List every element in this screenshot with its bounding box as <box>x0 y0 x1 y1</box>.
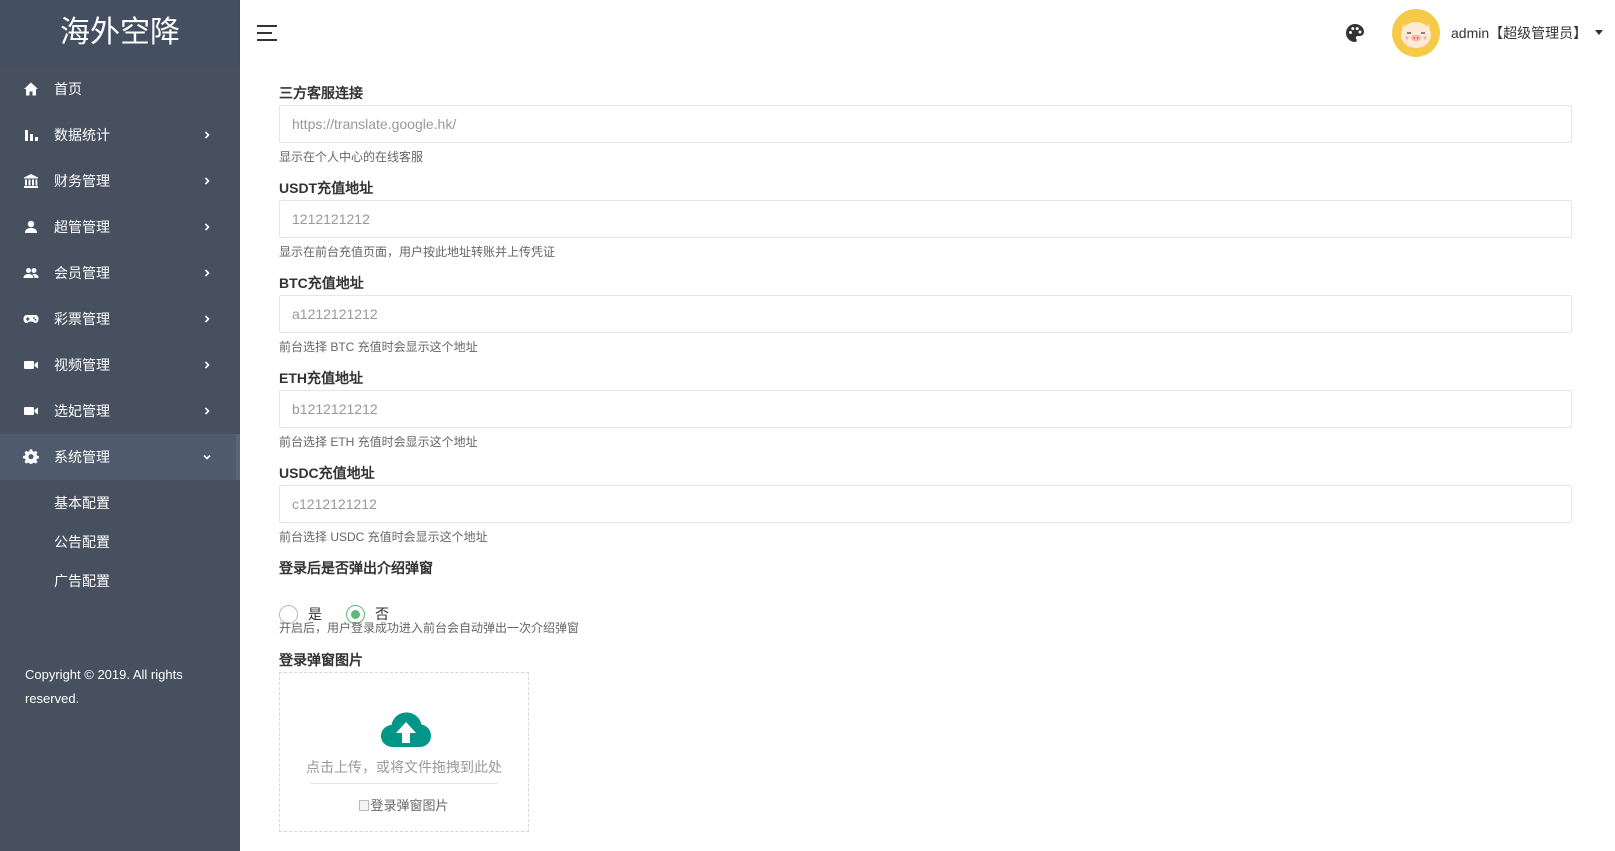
sidebar-item-label: 会员管理 <box>54 265 110 281</box>
sidebar-item-label: 超管管理 <box>54 219 110 235</box>
help-btc: 前台选择 BTC 充值时会显示这个地址 <box>279 340 478 354</box>
sidebar-item-finance[interactable]: 财务管理 <box>0 158 240 204</box>
chevron-right-icon <box>202 314 212 324</box>
chevron-right-icon <box>202 176 212 186</box>
usdt-address-input[interactable] <box>279 200 1572 238</box>
sidebar-item-system[interactable]: 系统管理 <box>0 434 240 480</box>
chevron-right-icon <box>202 360 212 370</box>
caret-down-icon[interactable] <box>1595 30 1603 35</box>
user-icon <box>22 218 40 236</box>
bank-icon <box>22 172 40 190</box>
home-icon <box>22 80 40 98</box>
pig-avatar-icon <box>1401 22 1431 48</box>
chevron-right-icon <box>202 406 212 416</box>
field-label-usdc: USDC充值地址 <box>279 465 375 481</box>
field-label-usdt: USDT充值地址 <box>279 180 374 196</box>
upload-hint: 点击上传，或将文件拖拽到此处 <box>306 759 502 775</box>
top-header: admin【超级管理员】 <box>240 0 1615 66</box>
help-usdc: 前台选择 USDC 充值时会显示这个地址 <box>279 530 488 544</box>
sidebar-item-label: 数据统计 <box>54 127 110 143</box>
palette-icon[interactable] <box>1344 22 1366 44</box>
usdc-address-input[interactable] <box>279 485 1572 523</box>
help-eth: 前台选择 ETH 充值时会显示这个地址 <box>279 435 478 449</box>
sidebar: 海外空降 首页 数据统计 财务管理 超管管理 会员管理 彩票管理 视频管理 选妃… <box>0 0 240 851</box>
btc-address-input[interactable] <box>279 295 1572 333</box>
user-menu[interactable]: admin【超级管理员】 <box>1451 23 1587 43</box>
field-label-eth: ETH充值地址 <box>279 370 363 386</box>
popup-image-preview: 登录弹窗图片 <box>280 795 528 814</box>
bar-chart-icon <box>22 126 40 144</box>
field-label-service: 三方客服连接 <box>279 85 363 101</box>
help-popup: 开启后，用户登录成功进入前台会自动弹出一次介绍弹窗 <box>279 621 580 635</box>
submenu-item-basic-config[interactable]: 基本配置 <box>0 484 240 523</box>
help-service: 显示在个人中心的在线客服 <box>279 150 424 164</box>
field-label-popup-image: 登录弹窗图片 <box>279 652 363 668</box>
avatar[interactable] <box>1392 9 1440 57</box>
sidebar-item-label: 系统管理 <box>54 449 110 465</box>
submenu-item-ad-config[interactable]: 广告配置 <box>0 562 240 601</box>
sidebar-item-statistics[interactable]: 数据统计 <box>0 112 240 158</box>
system-submenu: 基本配置 公告配置 广告配置 <box>0 480 240 609</box>
chevron-down-icon <box>202 452 212 462</box>
popup-image-upload-area[interactable]: 点击上传，或将文件拖拽到此处 登录弹窗图片 <box>279 672 529 832</box>
chevron-right-icon <box>202 222 212 232</box>
group-icon <box>22 264 40 282</box>
popup-image-alt: 登录弹窗图片 <box>370 798 449 813</box>
sidebar-menu: 首页 数据统计 财务管理 超管管理 会员管理 彩票管理 视频管理 选妃管理 系统… <box>0 66 240 480</box>
sidebar-item-home[interactable]: 首页 <box>0 66 240 112</box>
sidebar-item-label: 视频管理 <box>54 357 110 373</box>
gamepad-icon <box>22 310 40 328</box>
sidebar-item-label: 首页 <box>54 81 82 97</box>
copyright-text: Copyright © 2019. All rights reserved. <box>25 667 183 706</box>
sidebar-item-concubine[interactable]: 选妃管理 <box>0 388 240 434</box>
main-content: 三方客服连接 显示在个人中心的在线客服 USDT充值地址 显示在前台充值页面，用… <box>240 66 1615 851</box>
sidebar-item-label: 彩票管理 <box>54 311 110 327</box>
broken-image-icon <box>359 800 370 811</box>
sidebar-item-admin[interactable]: 超管管理 <box>0 204 240 250</box>
field-label-btc: BTC充值地址 <box>279 275 364 291</box>
chevron-right-icon <box>202 268 212 278</box>
sidebar-item-label: 财务管理 <box>54 173 110 189</box>
sidebar-item-video[interactable]: 视频管理 <box>0 342 240 388</box>
menu-toggle-icon[interactable] <box>257 25 277 41</box>
help-usdt: 显示在前台充值页面，用户按此地址转账并上传凭证 <box>279 245 556 259</box>
cloud-upload-icon <box>381 712 431 747</box>
service-link-input[interactable] <box>279 105 1572 143</box>
sidebar-item-label: 选妃管理 <box>54 403 110 419</box>
field-label-popup: 登录后是否弹出介绍弹窗 <box>279 560 433 576</box>
video-icon <box>22 402 40 420</box>
video-icon <box>22 356 40 374</box>
eth-address-input[interactable] <box>279 390 1572 428</box>
gear-icon <box>22 448 40 466</box>
submenu-item-notice-config[interactable]: 公告配置 <box>0 523 240 562</box>
upload-divider <box>310 783 498 784</box>
app-logo[interactable]: 海外空降 <box>0 0 240 66</box>
chevron-right-icon <box>202 130 212 140</box>
sidebar-item-members[interactable]: 会员管理 <box>0 250 240 296</box>
sidebar-item-lottery[interactable]: 彩票管理 <box>0 296 240 342</box>
